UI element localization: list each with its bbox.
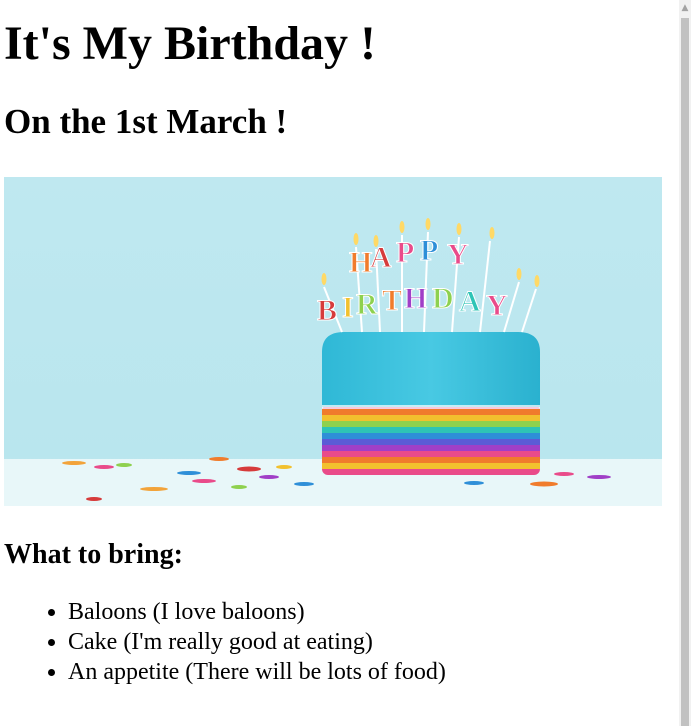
page-content: It's My Birthday ! On the 1st March ! H … (0, 0, 679, 687)
svg-text:Y: Y (486, 289, 508, 322)
page-title: It's My Birthday ! (4, 17, 376, 70)
svg-text:Y: Y (447, 238, 469, 271)
svg-text:A: A (370, 241, 392, 274)
birthday-cake-image: H A P P Y B I R T H D A Y (4, 177, 662, 506)
svg-text:P: P (396, 236, 414, 269)
svg-text:H: H (349, 246, 372, 279)
svg-text:R: R (356, 288, 378, 321)
list-item: Cake (I'm really good at eating) (68, 627, 679, 657)
chevron-up-icon[interactable]: ▲ (679, 0, 691, 16)
svg-text:T: T (382, 284, 402, 317)
svg-text:P: P (420, 234, 438, 267)
svg-text:H: H (404, 282, 427, 315)
vertical-scrollbar[interactable]: ▲ (679, 0, 691, 726)
svg-text:A: A (459, 285, 481, 318)
svg-text:B: B (317, 294, 337, 327)
list-item: Baloons (I love baloons) (68, 597, 679, 627)
svg-text:D: D (432, 282, 454, 315)
page-subtitle: On the 1st March ! (4, 102, 288, 141)
svg-text:I: I (342, 291, 354, 324)
list-item: An appetite (There will be lots of food) (68, 657, 679, 687)
bring-heading: What to bring: (4, 539, 183, 570)
scrollbar-thumb[interactable] (681, 18, 689, 726)
bring-list: Baloons (I love baloons) Cake (I'm reall… (4, 597, 679, 687)
cake (322, 332, 540, 475)
